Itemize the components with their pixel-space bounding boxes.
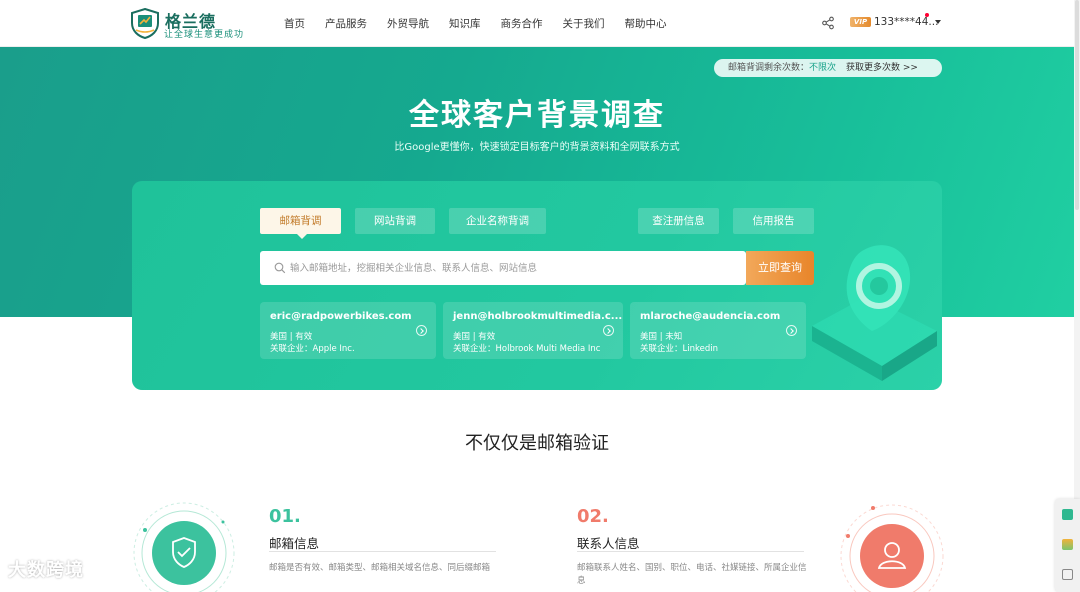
arrow-right-icon[interactable] [603,325,614,336]
section-title: 不仅仅是邮箱验证 [465,433,609,454]
feature-description: 邮箱是否有效、邮箱类型、邮箱相关域名信息、同后缀邮箱 [269,563,491,573]
feature-divider [577,551,804,552]
tab-credit-report[interactable]: 信用报告 [733,208,814,234]
arrow-right-icon[interactable] [416,325,427,336]
top-header: 格兰德 让全球生意更成功 首页 产品服务 外贸导航 知识库 商务合作 关于我们 … [0,0,1080,47]
quota-bar: 邮箱背调剩余次数：不限次 获取更多次数 >> [714,59,942,77]
feature-title: 联系人信息 [577,536,640,551]
main-nav: 首页 产品服务 外贸导航 知识库 商务合作 关于我们 帮助中心 [284,16,687,31]
shield-3d-illustration [812,245,937,381]
nav-home[interactable]: 首页 [284,16,305,31]
logo[interactable]: 格兰德 让全球生意更成功 [131,8,251,40]
sample-email: mlaroche@audencia.com [640,311,781,322]
shield-check-icon[interactable] [1062,509,1073,520]
email-shield-icon [133,502,235,592]
coupon-icon[interactable] [1062,539,1073,550]
watermark: 大数跨境 [8,560,84,581]
search-button[interactable]: 立即查询 [746,251,814,285]
quota-label: 邮箱背调剩余次数： [728,63,810,73]
nav-trade-guide[interactable]: 外贸导航 [387,16,429,31]
side-toolbar [1055,499,1080,592]
arrow-right-icon[interactable] [786,325,797,336]
sample-card[interactable]: jenn@holbrookmultimedia.c... 美国 | 有效 关联企… [443,302,623,359]
search-icon [274,262,286,274]
sample-company: 关联企业：Holbrook Multi Media Inc [453,344,601,354]
feature-number-text: 01. [269,506,301,527]
page-title: 全球客户背景调查 [409,98,665,133]
nav-knowledge[interactable]: 知识库 [449,16,481,31]
sample-email: eric@radpowerbikes.com [270,311,412,322]
get-more-quota-link[interactable]: 获取更多次数 >> [846,63,918,73]
feedback-icon[interactable] [1062,569,1073,580]
quota-value: 不限次 [809,63,837,73]
feature-description: 邮箱联系人姓名、国别、职位、电话、社媒链接、所属企业信息 [577,563,807,586]
sample-card[interactable]: mlaroche@audencia.com 美国 | 未知 关联企业：Linke… [630,302,806,359]
sample-email: jenn@holbrookmultimedia.c... [453,311,623,322]
user-phone[interactable]: 133****44... [874,16,938,28]
feature-number: 02. [577,506,609,527]
search-box [260,251,746,285]
feature-divider [269,551,496,552]
search-input[interactable] [290,251,740,285]
feature-number: 01. [269,506,301,527]
tab-email-check[interactable]: 邮箱背调 [260,208,341,234]
vip-badge: VIP [850,17,871,27]
share-icon[interactable] [821,16,835,30]
logo-shield-icon [131,8,159,39]
logo-slogan: 让全球生意更成功 [164,30,245,40]
sample-company: 关联企业：Apple Inc. [270,344,355,354]
nav-help[interactable]: 帮助中心 [625,16,667,31]
sample-card[interactable]: eric@radpowerbikes.com 美国 | 有效 关联企业：Appl… [260,302,436,359]
feature-number-text: 02. [577,506,609,527]
nav-products[interactable]: 产品服务 [325,16,367,31]
contact-person-icon [840,504,944,592]
nav-about[interactable]: 关于我们 [563,16,605,31]
search-card: 邮箱背调 网站背调 企业名称背调 查注册信息 信用报告 立即查询 eric@ra… [132,181,942,390]
sample-meta: 美国 | 有效 [270,332,313,342]
nav-business[interactable]: 商务合作 [501,16,543,31]
sample-meta: 美国 | 有效 [453,332,496,342]
notification-dot [925,13,929,17]
scrollbar-thumb[interactable] [1075,0,1079,210]
sample-company: 关联企业：Linkedin [640,344,718,354]
active-tab-pointer [297,234,307,239]
feature-title: 邮箱信息 [269,536,320,551]
tab-company-check[interactable]: 企业名称背调 [449,208,546,234]
tab-registration-info[interactable]: 查注册信息 [638,208,719,234]
tab-website-check[interactable]: 网站背调 [355,208,435,234]
page-subtitle: 比Google更懂你，快速锁定目标客户的背景资料和全网联系方式 [394,142,680,153]
sample-meta: 美国 | 未知 [640,332,683,342]
chevron-down-icon[interactable] [935,20,941,24]
